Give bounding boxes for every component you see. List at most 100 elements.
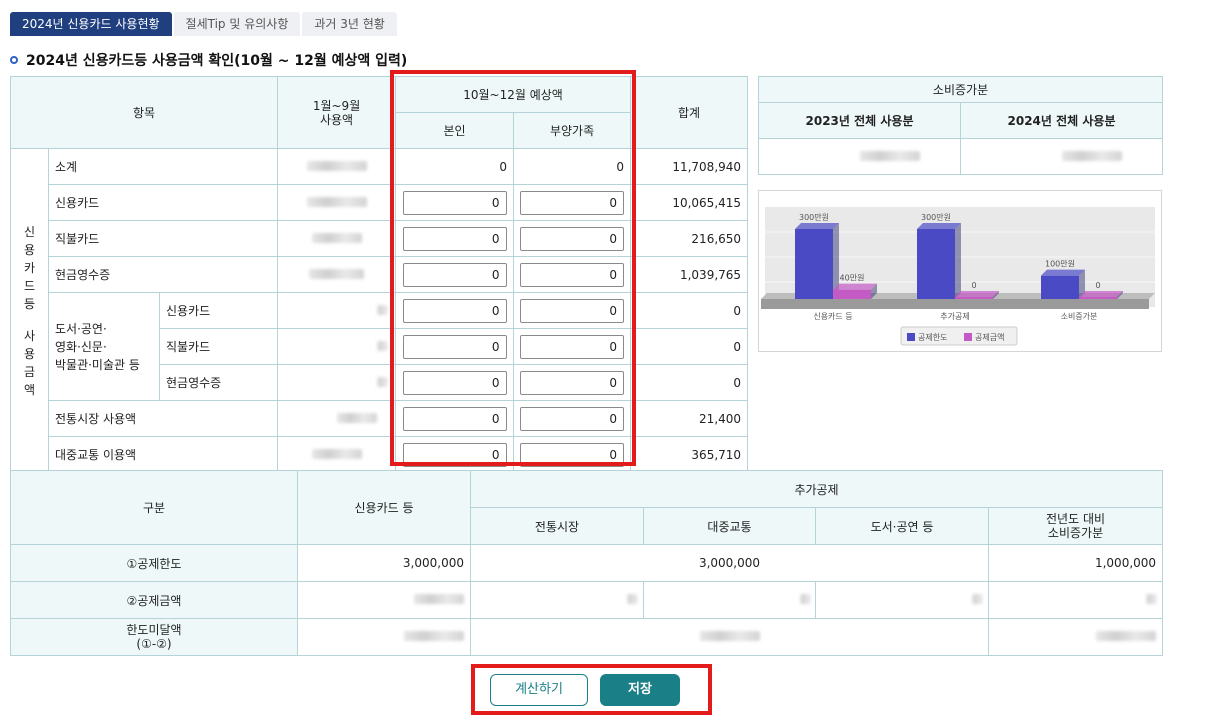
tab-bar: 2024년 신용카드 사용현황 절세Tip 및 유의사항 과거 3년 현황 bbox=[10, 12, 397, 36]
amount-culture bbox=[815, 581, 989, 619]
shortfall-increase bbox=[987, 618, 1164, 656]
jan-sep-value bbox=[277, 148, 397, 185]
tab-past-3-years[interactable]: 과거 3년 현황 bbox=[302, 12, 397, 36]
section-title: 2024년 신용카드등 사용금액 확인(10월 ~ 12월 예상액 입력) bbox=[10, 50, 407, 70]
row-label: 현금영수증 bbox=[158, 364, 279, 401]
data-label-0-0: 300만원 bbox=[799, 213, 829, 222]
jan-sep-value bbox=[277, 328, 397, 365]
chart-svg: 300만원 40만원 300만원 0 100만원 0 신용카드 등 추가공제 소비증가분 공제… bbox=[761, 207, 1155, 346]
limit-credit: 3,000,000 bbox=[297, 544, 471, 582]
usage-table: 항목 1월~9월 사용액 10월~12월 예상액 합계 본인 부양가족 신용카드… bbox=[9, 76, 749, 473]
bar-1-2 bbox=[1079, 297, 1117, 299]
amount-transit bbox=[643, 581, 816, 619]
header-market: 전통시장 bbox=[470, 507, 644, 545]
data-label-1-2: 0 bbox=[1095, 281, 1100, 290]
subgroup-label: 도서·공연· 영화·신문· 박물관·미술관 등 bbox=[48, 292, 160, 401]
jan-sep-value bbox=[277, 436, 397, 473]
limit-additional: 3,000,000 bbox=[470, 544, 989, 582]
data-label-1-1: 0 bbox=[971, 281, 976, 290]
header-credit: 신용카드 등 bbox=[297, 470, 471, 545]
header-jan-sep: 1월~9월 사용액 bbox=[277, 76, 397, 149]
header-culture: 도서·공연 등 bbox=[815, 507, 989, 545]
row-amount-label: ②공제금액 bbox=[10, 581, 298, 619]
total-value: 0 bbox=[630, 364, 749, 401]
shortfall-credit bbox=[297, 618, 471, 656]
bar-top-1-1 bbox=[955, 291, 999, 297]
bar-top-1-0 bbox=[833, 283, 877, 290]
legend-swatch-amount bbox=[964, 333, 972, 341]
header-category: 구분 bbox=[10, 470, 298, 545]
increase-title: 소비증가분 bbox=[757, 76, 1164, 103]
legend-label-limit: 공제한도 bbox=[918, 333, 947, 342]
tab-usage-status[interactable]: 2024년 신용카드 사용현황 bbox=[10, 12, 172, 36]
bar-top-1-2 bbox=[1079, 291, 1123, 297]
total-value: 216,650 bbox=[630, 220, 749, 257]
legend-swatch-limit bbox=[907, 333, 915, 341]
total-value: 0 bbox=[630, 328, 749, 365]
row-limit-label: ①공제한도 bbox=[10, 544, 298, 582]
row-shortfall-label: 한도미달액 (①-②) bbox=[10, 618, 298, 656]
bar-side-0-1 bbox=[955, 223, 961, 299]
calculate-button[interactable]: 계산하기 bbox=[490, 674, 588, 706]
category-label-0: 신용카드 등 bbox=[813, 312, 852, 321]
amount-credit bbox=[297, 581, 471, 619]
row-label: 직불카드 bbox=[47, 220, 279, 257]
bar-top-0-2 bbox=[1041, 269, 1085, 276]
side-label-chars: 신용카드등사용금액 bbox=[23, 224, 36, 397]
legend-label-amount: 공제금액 bbox=[975, 332, 1004, 342]
limit-increase: 1,000,000 bbox=[987, 544, 1164, 582]
amount-market bbox=[470, 581, 644, 619]
total-value: 1,039,765 bbox=[630, 256, 749, 293]
jan-sep-value bbox=[277, 400, 397, 437]
input-highlight-box bbox=[390, 70, 636, 466]
total-value: 11,708,940 bbox=[630, 148, 749, 185]
save-button[interactable]: 저장 bbox=[600, 674, 680, 706]
row-label: 전통시장 사용액 bbox=[47, 400, 279, 437]
header-2023: 2023년 전체 사용분 bbox=[758, 102, 961, 139]
row-label: 현금영수증 bbox=[47, 256, 279, 293]
bar-1-1 bbox=[955, 297, 993, 299]
bar-0-1 bbox=[917, 229, 955, 299]
data-label-0-1: 300만원 bbox=[921, 213, 951, 222]
chart-base bbox=[761, 299, 1149, 309]
category-label-2: 소비증가분 bbox=[1061, 312, 1098, 321]
header-2024: 2024년 전체 사용분 bbox=[959, 102, 1164, 139]
row-label: 신용카드 bbox=[158, 292, 279, 329]
bar-1-0 bbox=[833, 289, 871, 299]
row-label: 소계 bbox=[47, 148, 279, 185]
header-additional: 추가공제 bbox=[469, 470, 1164, 508]
side-label: 신용카드등사용금액 bbox=[10, 148, 49, 473]
tab-tax-tips[interactable]: 절세Tip 및 유의사항 bbox=[173, 12, 301, 36]
category-labels: 신용카드 등 추가공제 소비증가분 bbox=[813, 312, 1097, 321]
value-2024 bbox=[959, 138, 1164, 175]
total-value: 365,710 bbox=[630, 436, 749, 473]
jan-sep-value bbox=[277, 256, 397, 293]
category-label-1: 추가공제 bbox=[940, 312, 969, 321]
bar-0-2 bbox=[1041, 275, 1079, 299]
total-value: 10,065,415 bbox=[630, 184, 749, 221]
shortfall-additional bbox=[470, 618, 989, 656]
chart-legend: 공제한도 공제금액 bbox=[900, 326, 1018, 346]
header-increase: 전년도 대비 소비증가분 bbox=[987, 507, 1164, 545]
increase-table: 소비증가분 2023년 전체 사용분 2024년 전체 사용분 bbox=[757, 76, 1164, 175]
amount-increase bbox=[987, 581, 1164, 619]
jan-sep-value bbox=[277, 220, 397, 257]
bullet-icon bbox=[10, 56, 18, 64]
jan-sep-value bbox=[277, 292, 397, 329]
section-title-text: 2024년 신용카드등 사용금액 확인(10월 ~ 12월 예상액 입력) bbox=[26, 53, 408, 69]
total-value: 0 bbox=[630, 292, 749, 329]
header-transit: 대중교통 bbox=[643, 507, 816, 545]
data-label-1-0: 40만원 bbox=[840, 274, 865, 283]
total-value: 21,400 bbox=[630, 400, 749, 437]
bar-top-0-1 bbox=[917, 223, 961, 229]
row-label: 신용카드 bbox=[47, 184, 279, 221]
header-item: 항목 bbox=[9, 76, 279, 149]
bar-top-0-0 bbox=[795, 223, 839, 229]
deduction-chart: 300만원 40만원 300만원 0 100만원 0 신용카드 등 추가공제 소비증가분 공제… bbox=[758, 190, 1162, 352]
data-label-0-2: 100만원 bbox=[1045, 260, 1075, 269]
bar-0-0 bbox=[795, 229, 833, 299]
deduction-table: 구분 신용카드 등 추가공제 전통시장 대중교통 도서·공연 등 전년도 대비 … bbox=[10, 470, 1164, 656]
row-label: 직불카드 bbox=[158, 328, 279, 365]
header-total: 합계 bbox=[630, 76, 749, 149]
jan-sep-value bbox=[277, 364, 397, 401]
